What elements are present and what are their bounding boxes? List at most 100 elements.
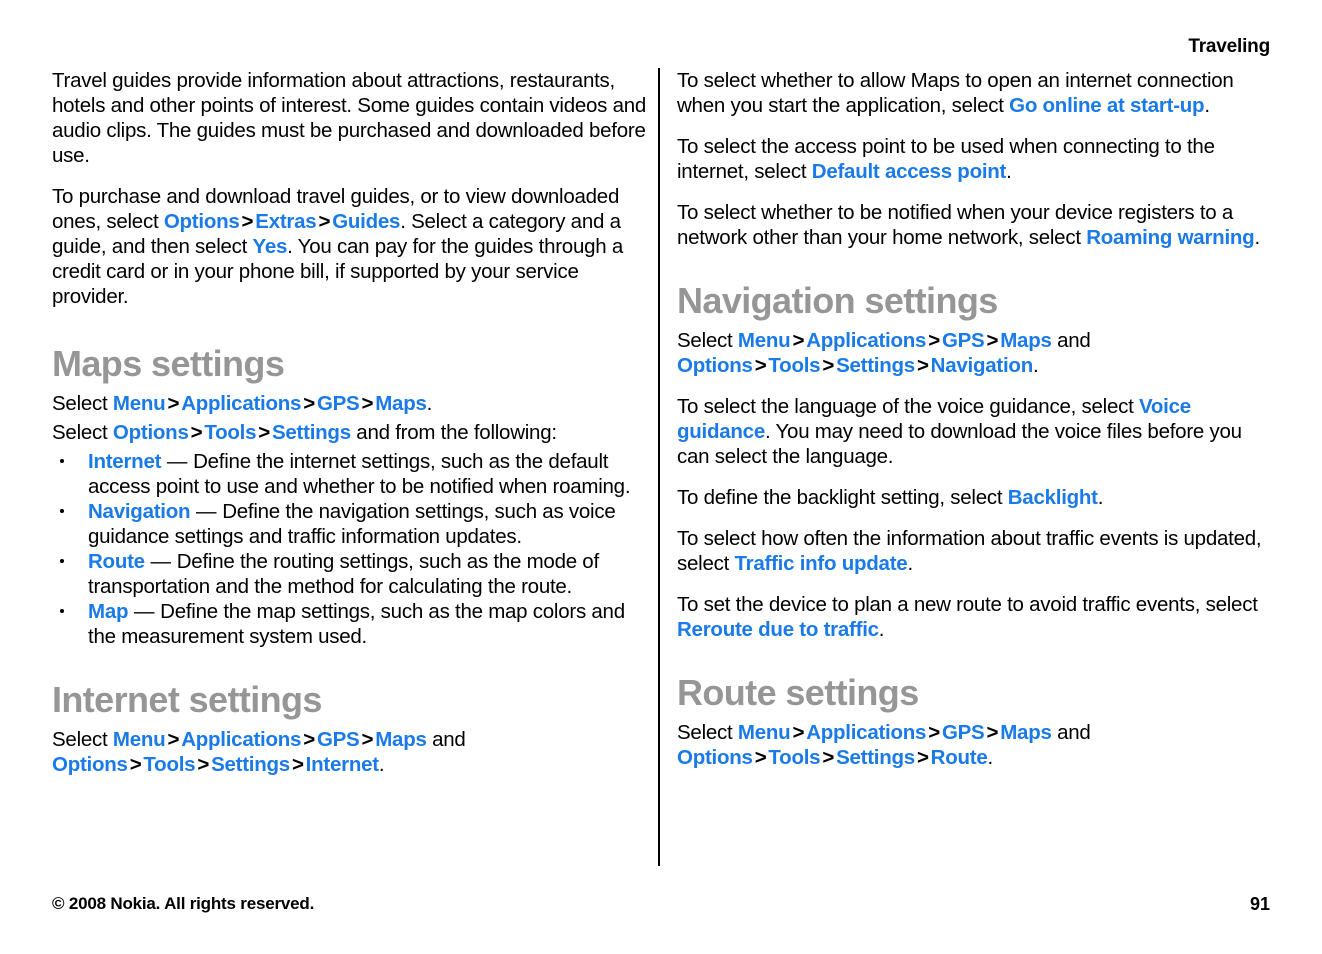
link-settings[interactable]: Settings — [836, 746, 915, 769]
link-route[interactable]: Route — [931, 746, 988, 769]
link-yes[interactable]: Yes — [253, 235, 288, 258]
link-applications[interactable]: Applications — [806, 329, 926, 352]
path-separator: > — [241, 210, 254, 233]
link-internet[interactable]: Internet — [306, 753, 379, 776]
heading-navigation-settings: Navigation settings — [677, 280, 998, 321]
text-run: — — [190, 500, 223, 523]
path-separator: > — [303, 728, 315, 751]
link-options[interactable]: Options — [113, 421, 189, 444]
link-navigation[interactable]: Navigation — [88, 500, 191, 523]
paragraph-travel-guides-intro: Travel guides provide information about … — [52, 68, 648, 168]
text-run: . — [907, 552, 913, 575]
path-separator: > — [303, 392, 315, 415]
paragraph-voice-guidance: To select the language of the voice guid… — [677, 394, 1273, 469]
link-applications[interactable]: Applications — [181, 392, 301, 415]
link-settings[interactable]: Settings — [272, 421, 351, 444]
path-separator: > — [197, 753, 210, 776]
link-menu[interactable]: Menu — [113, 728, 166, 751]
path-separator: > — [291, 753, 304, 776]
path-separator: > — [754, 354, 767, 377]
link-options[interactable]: Options — [164, 210, 240, 233]
link-reroute-due-to-traffic[interactable]: Reroute due to traffic — [677, 618, 879, 641]
link-settings[interactable]: Settings — [211, 753, 290, 776]
path-separator: > — [167, 728, 180, 751]
link-maps[interactable]: Maps — [375, 392, 427, 415]
maps-settings-option-list: Internet — Define the internet settings,… — [52, 449, 648, 649]
link-default-access-point[interactable]: Default access point — [812, 160, 1007, 183]
path-separator: > — [361, 728, 374, 751]
link-menu[interactable]: Menu — [738, 721, 791, 744]
link-traffic-info-update[interactable]: Traffic info update — [735, 552, 908, 575]
menu-path-maps-settings-2: Select Options>Tools>Settings and from t… — [52, 420, 648, 445]
path-separator: > — [792, 721, 805, 744]
text-run: . — [378, 753, 385, 776]
text-run: — — [144, 550, 177, 573]
link-route[interactable]: Route — [88, 550, 145, 573]
path-separator: > — [822, 354, 835, 377]
text-run: . — [1006, 160, 1012, 183]
path-separator: > — [928, 329, 940, 352]
link-roaming-warning[interactable]: Roaming warning — [1086, 226, 1254, 249]
text-run: and from the following: — [350, 421, 557, 444]
path-separator: > — [129, 753, 142, 776]
link-options[interactable]: Options — [52, 753, 128, 776]
text-run: Select — [52, 421, 113, 444]
link-map[interactable]: Map — [88, 600, 129, 623]
text-run: — — [128, 600, 161, 623]
link-menu[interactable]: Menu — [738, 329, 791, 352]
link-gps[interactable]: GPS — [942, 329, 985, 352]
link-applications[interactable]: Applications — [181, 728, 301, 751]
link-backlight[interactable]: Backlight — [1008, 486, 1098, 509]
link-go-online-at-start-up[interactable]: Go online at start-up — [1009, 94, 1204, 117]
link-gps[interactable]: GPS — [942, 721, 985, 744]
page-footer: © 2008 Nokia. All rights reserved. 91 — [52, 894, 1270, 918]
text-run: — — [161, 450, 194, 473]
copyright-notice: © 2008 Nokia. All rights reserved. — [52, 894, 315, 913]
link-tools[interactable]: Tools — [768, 354, 820, 377]
link-gps[interactable]: GPS — [317, 728, 360, 751]
path-separator: > — [754, 746, 767, 769]
paragraph-go-online-at-startup: To select whether to allow Maps to open … — [677, 68, 1273, 118]
link-internet[interactable]: Internet — [88, 450, 161, 473]
text-run: . — [1204, 94, 1210, 117]
link-tools[interactable]: Tools — [768, 746, 820, 769]
path-separator: > — [928, 721, 940, 744]
left-column: Travel guides provide information about … — [52, 68, 648, 777]
list-item: Navigation — Define the navigation setti… — [52, 499, 648, 549]
paragraph-text: Travel guides provide information about … — [52, 69, 647, 167]
paragraph-purchase-guides: To purchase and download travel guides, … — [52, 184, 648, 309]
link-maps[interactable]: Maps — [1000, 329, 1052, 352]
link-maps[interactable]: Maps — [1000, 721, 1052, 744]
link-options[interactable]: Options — [677, 354, 753, 377]
link-extras[interactable]: Extras — [255, 210, 316, 233]
text-run: Define the map settings, such as the map… — [88, 600, 625, 648]
link-tools[interactable]: Tools — [204, 421, 256, 444]
column-divider — [658, 68, 660, 866]
link-navigation[interactable]: Navigation — [931, 354, 1034, 377]
text-run: To select the language of the voice guid… — [677, 395, 1139, 418]
text-run: . — [1032, 354, 1039, 377]
link-applications[interactable]: Applications — [806, 721, 926, 744]
paragraph-reroute-due-to-traffic: To set the device to plan a new route to… — [677, 592, 1273, 642]
menu-path-route-settings: Select Menu>Applications>GPS>Maps and Op… — [677, 720, 1273, 770]
text-run: Select — [677, 329, 738, 352]
menu-path-internet-settings: Select Menu>Applications>GPS>Maps and Op… — [52, 727, 648, 777]
path-separator: > — [190, 421, 203, 444]
link-tools[interactable]: Tools — [143, 753, 195, 776]
text-run: Select — [52, 392, 113, 415]
right-column: To select whether to allow Maps to open … — [677, 68, 1273, 770]
link-guides[interactable]: Guides — [332, 210, 400, 233]
path-separator: > — [916, 746, 929, 769]
link-menu[interactable]: Menu — [113, 392, 166, 415]
text-run: . — [878, 618, 885, 641]
bullet-dot-icon — [60, 559, 64, 563]
text-run: To define the backlight setting, select — [677, 486, 1008, 509]
heading-internet-settings: Internet settings — [52, 679, 322, 720]
path-separator: > — [318, 210, 331, 233]
path-separator: > — [916, 354, 929, 377]
link-maps[interactable]: Maps — [375, 728, 427, 751]
path-separator: > — [986, 329, 999, 352]
link-gps[interactable]: GPS — [317, 392, 360, 415]
link-options[interactable]: Options — [677, 746, 753, 769]
link-settings[interactable]: Settings — [836, 354, 915, 377]
